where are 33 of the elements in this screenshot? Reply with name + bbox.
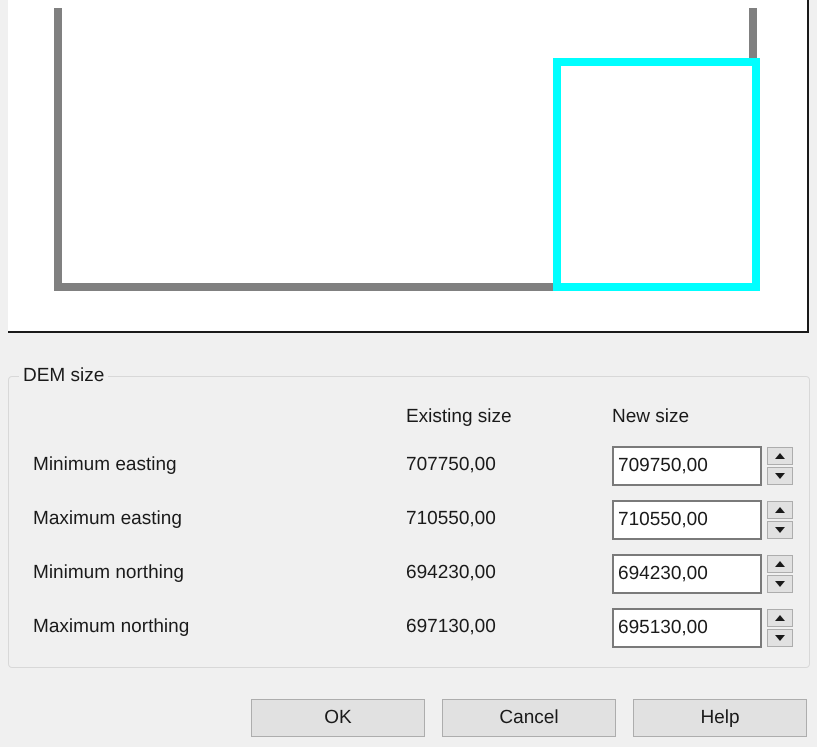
spin-down-button[interactable] (767, 574, 793, 592)
input-field[interactable]: 710550,00 (612, 500, 762, 540)
existing-value: 697130,00 (406, 615, 496, 640)
column-header: New size (612, 405, 690, 429)
spin-up-button[interactable] (767, 446, 793, 464)
down-triangle-icon (774, 634, 786, 642)
existing-value: 707750,00 (406, 453, 496, 478)
spin-down-button[interactable] (767, 628, 793, 646)
input-field[interactable]: 709750,00 (612, 446, 762, 486)
column-header: Existing size (406, 405, 512, 429)
row-label: Minimum northing (33, 561, 184, 586)
input-field[interactable]: 695130,00 (612, 608, 762, 648)
spin-down-button[interactable] (767, 520, 793, 538)
down-triangle-icon (774, 580, 786, 588)
up-triangle-icon (774, 452, 786, 460)
spin-up-button[interactable] (767, 608, 793, 626)
dialog-button[interactable]: OK (251, 699, 425, 737)
row-label: Maximum northing (33, 615, 190, 640)
row-label: Minimum easting (33, 453, 177, 478)
existing-value: 710550,00 (406, 507, 496, 532)
spin-down-button[interactable] (767, 466, 793, 484)
row-label: Maximum easting (33, 507, 182, 532)
up-triangle-icon (774, 614, 786, 622)
dialog-button[interactable]: Help (633, 699, 807, 737)
spin-up-button[interactable] (767, 554, 793, 572)
down-triangle-icon (774, 526, 786, 534)
spin-up-button[interactable] (767, 500, 793, 518)
up-triangle-icon (774, 506, 786, 514)
down-triangle-icon (774, 472, 786, 480)
dialog-button[interactable]: Cancel (442, 699, 616, 737)
existing-value: 694230,00 (406, 561, 496, 586)
input-field[interactable]: 694230,00 (612, 554, 762, 594)
up-triangle-icon (774, 560, 786, 568)
